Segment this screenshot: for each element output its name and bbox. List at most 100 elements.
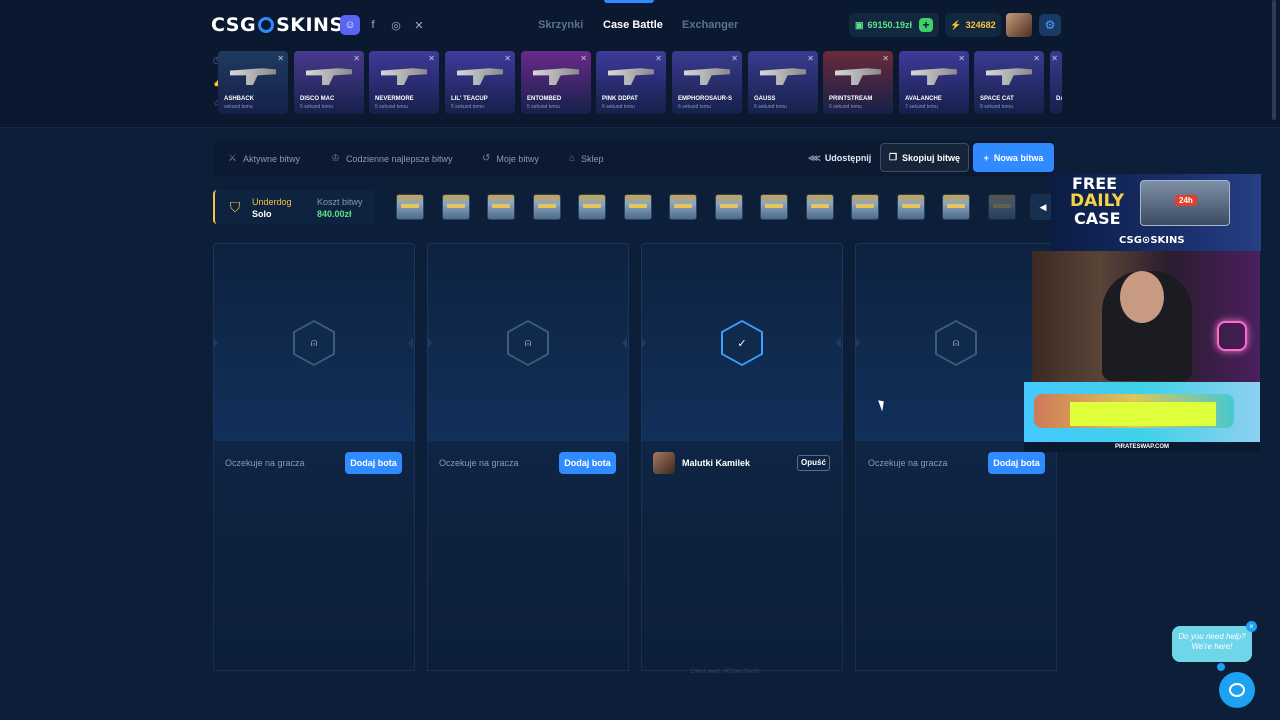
battle-case[interactable]	[623, 194, 652, 220]
battle-case[interactable]	[669, 194, 697, 220]
tab-label: Moje bitwy	[496, 153, 539, 164]
cost-title: Koszt bitwy	[317, 197, 363, 207]
feed-item[interactable]: ✕ PINK DDPAT 6 sekund temu	[596, 51, 666, 114]
slot-divider-arrow	[408, 337, 413, 349]
feed-item-time: 6 sekund temu	[754, 104, 787, 110]
feed-item-time: 7 sekund temu	[905, 104, 938, 110]
battle-case[interactable]	[896, 194, 925, 220]
feed-item[interactable]: ✕ LIL' TEACUP 5 sekund temu	[445, 51, 515, 114]
promo-daily-text: DAILY	[1070, 191, 1125, 211]
feed-item[interactable]: ✕ EMPHOROSAUR-S 6 sekund temu	[672, 51, 742, 114]
battle-case[interactable]	[760, 194, 788, 220]
promo-case-text: CASE	[1074, 209, 1121, 228]
balance-display[interactable]: ▣ 69150.19zł +	[849, 13, 939, 37]
feed-item-name: DA	[1056, 96, 1062, 102]
tab-my-battles[interactable]: ↺ Moje bitwy	[482, 153, 539, 164]
battle-case[interactable]	[396, 194, 424, 220]
feed-item[interactable]: ✕ AVALANCHE 7 sekund temu	[899, 51, 969, 114]
tab-label: Codzienne najlepsze bitwy	[345, 153, 453, 164]
deposit-button[interactable]: +	[919, 18, 933, 32]
leave-button[interactable]: Opuść	[797, 455, 830, 471]
underdog-shield-icon: ⛉	[229, 199, 241, 215]
daily-case-box-image: 24h	[1140, 180, 1230, 226]
feed-item[interactable]: ✕ DISCO MAC 5 sekund temu	[294, 51, 364, 114]
battle-case[interactable]	[441, 194, 470, 220]
streamer-webcam	[1032, 251, 1260, 382]
slot-divider-arrow	[427, 337, 432, 349]
slot-4-status: Oczekuje na gracza	[868, 458, 948, 468]
battle-case[interactable]	[987, 194, 1016, 220]
user-avatar[interactable]	[1006, 13, 1032, 37]
tab-label: Aktywne bitwy	[242, 153, 300, 164]
nav-exchanger[interactable]: Exchanger	[682, 19, 738, 31]
slot-2-status: Oczekuje na gracza	[439, 458, 519, 468]
sponsor-ad-banner	[1024, 382, 1260, 442]
feed-item-name: GAUSS	[754, 96, 776, 102]
battle-case[interactable]	[487, 194, 515, 220]
add-bot-button[interactable]: Dodaj bota	[345, 452, 402, 474]
close-icon[interactable]: ×	[1246, 621, 1257, 632]
close-icon: ✕	[580, 54, 587, 63]
tab-daily-best[interactable]: ♔ Codzienne najlepsze bitwy	[331, 153, 453, 164]
close-icon: ✕	[353, 54, 360, 63]
tab-active-battles[interactable]: ⚔ Aktywne bitwy	[228, 153, 300, 164]
battle-case[interactable]	[532, 194, 561, 220]
help-bubble[interactable]: Do you need help? We're here!	[1172, 626, 1252, 662]
battle-case[interactable]	[942, 194, 970, 220]
feed-item[interactable]: ✕ ASHBACK sekund temu	[218, 51, 288, 114]
streamer-head	[1120, 271, 1164, 323]
feed-item-time: 5 sekund temu	[300, 104, 333, 110]
feed-item-time: 8 sekund temu	[980, 104, 1013, 110]
player-name: Malutki Kamilek	[682, 458, 751, 468]
add-bot-button[interactable]: Dodaj bota	[559, 452, 616, 474]
share-button[interactable]: ⋘ Udostępnij	[808, 153, 871, 164]
trophy-icon: ♔	[331, 153, 340, 164]
instagram-icon[interactable]: ◎	[386, 15, 406, 35]
logo[interactable]: CSG SKINS	[211, 14, 344, 36]
neon-sign	[1217, 321, 1247, 351]
skin-image	[381, 68, 427, 85]
active-nav-indicator	[604, 0, 654, 3]
coins-display[interactable]: ⚡ 324682	[945, 13, 1001, 37]
battle-case[interactable]	[805, 194, 834, 220]
feed-item-name: DISCO MAC	[300, 96, 335, 102]
gear-icon[interactable]: ⚙	[1039, 14, 1061, 36]
close-icon: ✕	[1033, 54, 1040, 63]
battle-case[interactable]	[714, 194, 743, 220]
battle-case[interactable]	[851, 194, 879, 220]
coins-value: 324682	[965, 20, 996, 30]
feed-item-time: 5 sekund temu	[451, 104, 484, 110]
chat-button[interactable]	[1219, 672, 1255, 708]
tab-shop[interactable]: ⌂ Sklep	[569, 153, 604, 164]
nav-cases[interactable]: Skrzynki	[538, 19, 583, 31]
copy-label: Skopiuj bitwę	[902, 152, 961, 163]
battle-case[interactable]	[578, 194, 606, 220]
x-twitter-icon[interactable]: ✕	[409, 15, 429, 35]
add-bot-button[interactable]: Dodaj bota	[988, 452, 1045, 474]
close-icon: ✕	[807, 54, 814, 63]
facebook-icon[interactable]: f	[363, 15, 383, 35]
skin-image	[457, 68, 503, 85]
feed-item-name: EMPHOROSAUR-S	[678, 96, 733, 102]
page-scrollbar[interactable]	[1272, 0, 1276, 120]
mode-title: Underdog	[252, 197, 292, 207]
nav-case-battle[interactable]: Case Battle	[603, 19, 663, 31]
logo-mark-icon	[258, 17, 275, 33]
skin-image	[911, 68, 957, 85]
feed-item[interactable]: ✕ DA	[1050, 51, 1062, 114]
bolt-icon: ⚡	[950, 19, 962, 30]
discord-icon[interactable]: ☺	[340, 15, 360, 35]
feed-item-time: 5 sekund temu	[375, 104, 408, 110]
slot-1-status: Oczekuje na gracza	[225, 458, 305, 468]
new-battle-button[interactable]: + Nowa bitwa	[973, 143, 1054, 172]
balance-value: 69150.19zł	[867, 20, 913, 30]
feed-item[interactable]: ✕ SPACE CAT 8 sekund temu	[974, 51, 1044, 114]
feed-item[interactable]: ✕ GAUSS 6 sekund temu	[748, 51, 818, 114]
feed-item[interactable]: ✕ NEVERMORE 5 sekund temu	[369, 51, 439, 114]
feed-item[interactable]: ✕ PRINTSTREAM 6 sekund temu	[823, 51, 893, 114]
tab-label: Sklep	[581, 153, 604, 164]
close-icon: ✕	[504, 54, 511, 63]
feed-item[interactable]: ✕ ENTOMBED 5 sekund temu	[521, 51, 591, 114]
promo-free-text: FREE	[1072, 174, 1118, 193]
copy-battle-button[interactable]: ❐ Skopiuj bitwę	[880, 143, 969, 172]
